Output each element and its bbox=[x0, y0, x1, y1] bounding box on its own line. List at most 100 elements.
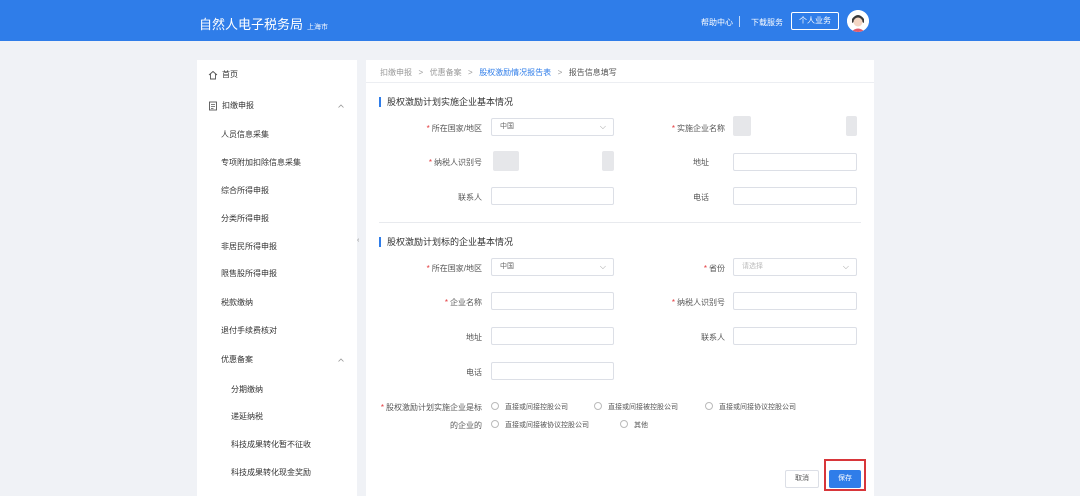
personal-business-button[interactable]: 个人业务 bbox=[791, 12, 839, 30]
relation-option-agreement-held[interactable]: 直接或间接被协议控股公司 bbox=[491, 420, 589, 431]
breadcrumb-separator: > bbox=[416, 68, 426, 77]
chevron-down-icon: ⌵ bbox=[599, 262, 606, 271]
chevron-up-icon bbox=[338, 358, 344, 362]
download-service-link[interactable]: 下载服务 bbox=[751, 17, 783, 28]
sidebar-item-preferential-filing[interactable]: 优惠备案 bbox=[197, 349, 357, 371]
top-header-bar: 自然人电子税务局 上海市 帮助中心 下载服务 个人业务 bbox=[0, 0, 1080, 41]
document-icon bbox=[209, 101, 217, 111]
s2-address-label: 地址 bbox=[466, 333, 482, 342]
s2-company-name-input[interactable] bbox=[491, 292, 614, 310]
s2-province-label: * 省份 bbox=[650, 263, 725, 274]
radio-circle bbox=[705, 402, 713, 410]
sidebar-item-tech-transfer-cash-reward[interactable]: 科技成果转化现金奖励 bbox=[197, 462, 357, 484]
breadcrumb-equity-incentive-report[interactable]: 股权激励情况报告表 bbox=[479, 68, 551, 77]
save-button[interactable]: 保存 bbox=[829, 470, 861, 488]
relation-option-held[interactable]: 直接或间接被控股公司 bbox=[594, 402, 678, 413]
s2-address-input[interactable] bbox=[491, 327, 614, 345]
s2-province-select[interactable]: 请选择 ⌵ bbox=[733, 258, 857, 276]
sidebar-item-label: 分期缴纳 bbox=[231, 385, 263, 394]
s1-phone-input[interactable] bbox=[733, 187, 857, 205]
sidebar-item-label: 首页 bbox=[222, 70, 238, 79]
sidebar-item-tech-transfer-exempt[interactable]: 科技成果转化暂不征收 bbox=[197, 434, 357, 456]
breadcrumb-divider bbox=[366, 82, 874, 83]
s1-address-label: 地址 bbox=[693, 158, 709, 167]
sidebar-item-tax-payment[interactable]: 税款缴纳 bbox=[197, 292, 357, 314]
sidebar-item-deferred-tax[interactable]: 递延纳税 bbox=[197, 406, 357, 428]
sidebar-item-label: 递延纳税 bbox=[231, 412, 263, 421]
breadcrumb-preferential-filing[interactable]: 优惠备案 bbox=[430, 68, 462, 77]
s2-country-value: 中国 bbox=[500, 263, 514, 270]
s2-relation-label-line1: * 股权激励计划实施企业是标 bbox=[372, 402, 482, 413]
breadcrumb-separator: > bbox=[465, 68, 475, 77]
help-center-link[interactable]: 帮助中心 bbox=[701, 17, 733, 28]
breadcrumb-current-page: 报告信息填写 bbox=[568, 68, 617, 77]
sidebar-item-refund-fee-check[interactable]: 退付手续费核对 bbox=[197, 320, 357, 342]
s1-contact-label: 联系人 bbox=[458, 193, 482, 202]
section-title-target-company: 股权激励计划标的企业基本情况 bbox=[379, 237, 513, 247]
relation-option-holding[interactable]: 直接或间接控股公司 bbox=[491, 402, 568, 413]
s1-address-input[interactable] bbox=[733, 153, 857, 171]
required-mark: * bbox=[703, 264, 707, 273]
sidebar-item-label: 分类所得申报 bbox=[221, 214, 269, 223]
home-icon bbox=[208, 70, 218, 80]
s2-tax-id-input[interactable] bbox=[733, 292, 857, 310]
s2-contact-input[interactable] bbox=[733, 327, 857, 345]
chevron-down-icon: ⌵ bbox=[599, 122, 606, 131]
s1-company-name-label-text: 实施企业名称 bbox=[677, 124, 725, 133]
s2-contact-label: 联系人 bbox=[701, 333, 725, 342]
required-mark: * bbox=[428, 158, 432, 167]
s1-tax-id-value-redacted bbox=[493, 151, 519, 171]
relation-option-label: 直接或间接控股公司 bbox=[505, 404, 568, 411]
s2-province-label-text: 省份 bbox=[709, 264, 725, 273]
site-title[interactable]: 自然人电子税务局 上海市 bbox=[199, 14, 328, 33]
radio-circle bbox=[491, 420, 499, 428]
sidebar-item-home[interactable]: 首页 bbox=[197, 64, 357, 86]
s2-relation-label-line1-text: 股权激励计划实施企业是标 bbox=[386, 403, 482, 412]
s1-country-select[interactable]: 中国 ⌵ bbox=[491, 118, 614, 136]
sidebar-item-installment-payment[interactable]: 分期缴纳 bbox=[197, 379, 357, 401]
relation-option-other[interactable]: 其他 bbox=[620, 420, 648, 431]
cancel-button[interactable]: 取消 bbox=[785, 470, 819, 488]
sidebar-item-comprehensive-income[interactable]: 综合所得申报 bbox=[197, 180, 357, 202]
sidebar-item-classified-income[interactable]: 分类所得申报 bbox=[197, 208, 357, 230]
user-avatar[interactable] bbox=[847, 10, 869, 32]
site-title-text: 自然人电子税务局 bbox=[199, 17, 304, 32]
s2-country-label: * 所在国家/地区 bbox=[411, 263, 482, 274]
relation-option-label: 直接或间接被协议控股公司 bbox=[505, 422, 589, 429]
s2-company-name-label: * 企业名称 bbox=[411, 297, 482, 308]
breadcrumb-withholding[interactable]: 扣缴申报 bbox=[380, 68, 412, 77]
sidebar-item-label: 专项附加扣除信息采集 bbox=[221, 158, 301, 167]
header-separator bbox=[739, 16, 740, 27]
sidebar-item-restricted-stock-income[interactable]: 限售股所得申报 bbox=[197, 263, 357, 285]
sidebar-item-personnel-info[interactable]: 人员信息采集 bbox=[197, 124, 357, 146]
s2-company-name-label-text: 企业名称 bbox=[450, 298, 482, 307]
relation-option-agreement-holding[interactable]: 直接或间接协议控股公司 bbox=[705, 402, 796, 413]
sidebar-item-label: 退付手续费核对 bbox=[221, 326, 277, 335]
s2-tax-id-label-text: 纳税人识别号 bbox=[677, 298, 725, 307]
s1-tax-id-value-redacted bbox=[602, 151, 614, 171]
sidebar-item-label: 科技成果转化暂不征收 bbox=[231, 440, 311, 449]
s2-phone-input[interactable] bbox=[491, 362, 614, 380]
region-label: 上海市 bbox=[307, 24, 329, 31]
required-mark: * bbox=[380, 403, 384, 412]
radio-circle bbox=[620, 420, 628, 428]
relation-option-label: 直接或间接协议控股公司 bbox=[719, 404, 796, 411]
radio-circle bbox=[594, 402, 602, 410]
sidebar-item-label: 非居民所得申报 bbox=[221, 242, 277, 251]
s2-country-label-text: 所在国家/地区 bbox=[431, 264, 482, 273]
relation-option-label: 其他 bbox=[634, 422, 648, 429]
avatar-icon bbox=[847, 10, 869, 32]
sidebar-item-nonresident-income[interactable]: 非居民所得申报 bbox=[197, 236, 357, 258]
s1-company-name-label: * 实施企业名称 bbox=[650, 123, 725, 134]
sidebar-item-withholding-declaration[interactable]: 扣缴申报 bbox=[197, 95, 357, 117]
s1-contact-input[interactable] bbox=[491, 187, 614, 205]
sidebar-collapse-toggle[interactable]: ‹ bbox=[357, 236, 365, 246]
sidebar-item-label: 人员信息采集 bbox=[221, 130, 269, 139]
relation-option-label: 直接或间接被控股公司 bbox=[608, 404, 678, 411]
sidebar-item-special-deduction-info[interactable]: 专项附加扣除信息采集 bbox=[197, 152, 357, 174]
s2-country-select[interactable]: 中国 ⌵ bbox=[491, 258, 614, 276]
breadcrumb-separator: > bbox=[555, 68, 565, 77]
breadcrumb: 扣缴申报 > 优惠备案 > 股权激励情况报告表 > 报告信息填写 bbox=[380, 67, 619, 78]
section-divider bbox=[379, 222, 861, 223]
sidebar-item-label: 综合所得申报 bbox=[221, 186, 269, 195]
